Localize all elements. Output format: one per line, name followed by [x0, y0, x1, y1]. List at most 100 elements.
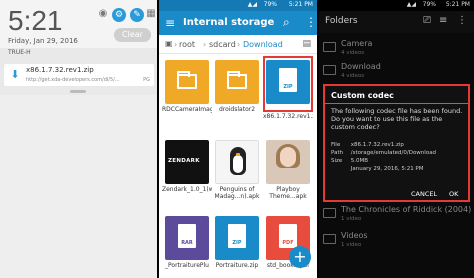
ok-button[interactable]: OK	[449, 190, 458, 198]
apk-thumbnail[interactable]: ZENDARK	[165, 140, 209, 184]
drag-handle[interactable]	[70, 90, 86, 93]
status-bar: ▲◢ 79% 5:21 PM	[319, 0, 474, 11]
folder-icon	[323, 65, 336, 75]
background-area	[0, 95, 157, 278]
folder-count: 4 videos	[341, 50, 365, 56]
chevron-right-icon: ›	[174, 40, 178, 49]
notification-shade: 5:21 Friday, Jan 29, 2016 ⚙ ✎ ◉ ▦ Clear …	[0, 0, 157, 278]
file-info-row: File x86.1.7.32.rev1.zip	[331, 142, 404, 148]
settings-icon[interactable]: ⚙	[112, 8, 126, 22]
info-value: x86.1.7.32.rev1.zip	[350, 142, 404, 148]
more-icon[interactable]: ⋮	[457, 15, 467, 26]
folder-name: Download	[341, 62, 381, 71]
folder-name: Camera	[341, 39, 373, 48]
file-label: droidslator2	[218, 106, 256, 113]
more-icon[interactable]: ⋮	[305, 15, 317, 29]
notification-title: x86.1.7.32.rev1.zip	[26, 66, 94, 74]
info-value: 5.0MB	[350, 158, 369, 164]
file-label: RDCCameraImages	[162, 106, 212, 113]
folder-tile[interactable]	[215, 60, 259, 104]
zip-tile[interactable]: ZIP	[215, 216, 259, 260]
folder-name: Videos	[341, 231, 368, 240]
mode-icon[interactable]: ◉	[97, 8, 109, 20]
clear-button[interactable]: Clear	[114, 28, 151, 42]
folder-row[interactable]: Camera 4 videos	[319, 38, 474, 62]
clock: 5:21	[8, 5, 63, 36]
penguin-beak	[236, 153, 240, 156]
chevron-right-icon: ›	[237, 40, 241, 49]
folder-icon	[323, 208, 336, 218]
selection-highlight	[263, 56, 313, 112]
breadcrumb-download[interactable]: Download	[243, 40, 283, 49]
folder-icon	[227, 71, 247, 89]
app-toolbar: Folders ⎚ ≡ ⋮	[319, 11, 474, 33]
folder-icon	[177, 71, 197, 89]
download-notification[interactable]: ⬇ x86.1.7.32.rev1.zip http://get.xda-dev…	[4, 64, 154, 86]
file-label: _PortraiturePlu	[165, 262, 209, 269]
battery-label: 79%	[422, 1, 436, 8]
thumbnail-text: ZENDARK	[168, 158, 200, 164]
page-title: Folders	[325, 16, 358, 26]
edit-icon[interactable]: ✎	[130, 8, 144, 22]
status-clock: 5:21 PM	[445, 1, 470, 8]
video-app: ▲◢ 79% 5:21 PM Folders ⎚ ≡ ⋮ Camera 4 vi…	[319, 0, 474, 278]
zip-file-icon: ZIP	[228, 224, 246, 248]
battery-label: 79%	[263, 1, 277, 8]
date-info-row: January 29, 2016, 5:21 PM	[331, 166, 424, 172]
codec-dialog: Custom codec The following codec file ha…	[323, 84, 470, 202]
search-icon[interactable]: ⌕	[283, 15, 290, 30]
expand-icon[interactable]: ▦	[145, 8, 157, 20]
signal-icon: ▲◢	[406, 1, 416, 8]
folder-row[interactable]: Videos 1 video	[319, 230, 474, 254]
portrait-face	[280, 147, 296, 167]
rar-file-icon: RAR	[178, 224, 196, 248]
add-button[interactable]: +	[289, 246, 311, 268]
folder-row[interactable]: The Chronicles of Riddick (2004) 1 video	[319, 204, 474, 228]
layers-icon[interactable]: ▤	[302, 39, 311, 49]
file-label: x86.1.7.32.rev1.zip	[263, 113, 313, 120]
folder-tile[interactable]	[165, 60, 209, 104]
file-label: Playboy Theme...apk	[269, 186, 307, 200]
status-clock: 5:21 PM	[288, 1, 313, 8]
sort-icon[interactable]: ≡	[439, 15, 447, 26]
file-manager: ▲◢ 79% 5:21 PM ≡ Internal storage ⌕ ⋮ ▣ …	[159, 0, 317, 278]
page-title: Internal storage	[183, 17, 275, 28]
info-key: File	[331, 142, 341, 148]
download-icon: ⬇	[10, 68, 20, 81]
notification-url: http://get.xda-developers.com/dl/5/...	[26, 77, 120, 83]
dialog-title: Custom codec	[331, 91, 394, 100]
info-key: Size	[331, 158, 343, 164]
folder-count: 4 videos	[341, 73, 365, 79]
breadcrumb-sdcard[interactable]: sdcard	[209, 40, 236, 49]
storage-icon[interactable]: ▣	[165, 39, 173, 48]
folder-icon	[323, 42, 336, 52]
info-key: Path	[331, 150, 344, 156]
app-toolbar: ≡ Internal storage ⌕ ⋮	[159, 11, 317, 35]
apk-thumbnail[interactable]	[215, 140, 259, 184]
status-bar: ▲◢ 79% 5:21 PM	[159, 0, 317, 11]
size-info-row: Size 5.0MB	[331, 158, 368, 164]
carrier-label: TRUE-H	[8, 49, 31, 56]
cancel-button[interactable]: CANCEL	[411, 190, 437, 198]
dialog-divider	[325, 103, 468, 104]
notification-tag: PG	[143, 77, 150, 83]
penguin-belly	[233, 155, 243, 173]
signal-icon: ▲◢	[247, 1, 257, 8]
info-value: /storage/emulated/0/Download	[350, 150, 437, 156]
folder-row[interactable]: Download 4 videos	[319, 61, 474, 85]
folder-count: 1 video	[341, 242, 362, 248]
carrier-bar: TRUE-H	[0, 48, 157, 59]
breadcrumb-root[interactable]: root	[179, 40, 195, 49]
rar-tile[interactable]: RAR	[165, 216, 209, 260]
file-label: Zendark_1.0_1(www.Download...	[162, 186, 212, 193]
info-value: January 29, 2016, 5:21 PM	[350, 166, 424, 172]
file-label: Penguins of Madag...n).apk	[214, 186, 260, 200]
folder-name: The Chronicles of Riddick (2004)	[341, 205, 472, 214]
cast-icon[interactable]: ⎚	[423, 15, 431, 26]
file-label: Portraiture.zip	[215, 262, 259, 269]
breadcrumb: ▣ › root › sdcard › Download ▤	[159, 36, 317, 54]
chevron-right-icon: ›	[203, 40, 207, 49]
folder-icon	[323, 234, 336, 244]
apk-thumbnail[interactable]	[266, 140, 310, 184]
menu-icon[interactable]: ≡	[165, 16, 175, 30]
